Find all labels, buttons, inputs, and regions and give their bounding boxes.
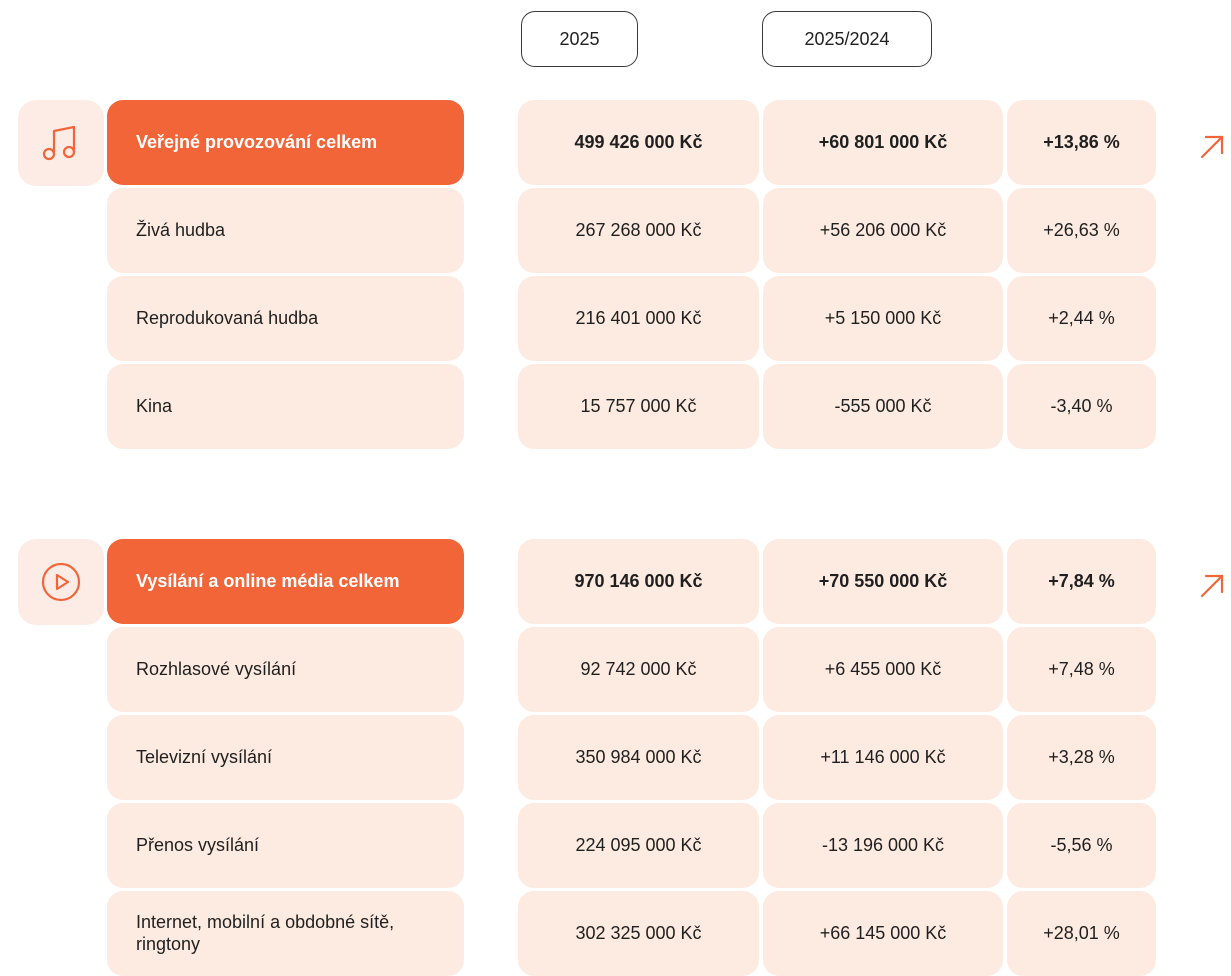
row-label: Veřejné provozování celkem [107, 100, 464, 185]
row-label: Vysílání a online média celkem [107, 539, 464, 624]
value-percent-change: +7,84 % [1007, 539, 1156, 624]
row-label: Internet, mobilní a obdobné sítě, ringto… [107, 891, 464, 976]
row-label: Reprodukovaná hudba [107, 276, 464, 361]
value-difference: +5 150 000 Kč [763, 276, 1003, 361]
value-percent-change: +28,01 % [1007, 891, 1156, 976]
value-percent-change: -5,56 % [1007, 803, 1156, 888]
table-row: Rozhlasové vysílání 92 742 000 Kč +6 455… [0, 627, 1231, 712]
table-row-total: Veřejné provozování celkem 499 426 000 K… [0, 100, 1231, 185]
value-percent-change: -3,40 % [1007, 364, 1156, 449]
value-2025: 92 742 000 Kč [518, 627, 759, 712]
row-label: Televizní vysílání [107, 715, 464, 800]
row-label: Kina [107, 364, 464, 449]
value-difference: +56 206 000 Kč [763, 188, 1003, 273]
value-difference: +70 550 000 Kč [763, 539, 1003, 624]
value-difference: +6 455 000 Kč [763, 627, 1003, 712]
value-percent-change: +2,44 % [1007, 276, 1156, 361]
table-row-total: Vysílání a online média celkem 970 146 0… [0, 539, 1231, 624]
value-percent-change: +13,86 % [1007, 100, 1156, 185]
column-header-2025: 2025 [521, 11, 638, 67]
value-2025: 224 095 000 Kč [518, 803, 759, 888]
value-difference: -13 196 000 Kč [763, 803, 1003, 888]
column-header-2025-2024: 2025/2024 [762, 11, 932, 67]
table-row: Televizní vysílání 350 984 000 Kč +11 14… [0, 715, 1231, 800]
value-2025: 302 325 000 Kč [518, 891, 759, 976]
value-difference: +60 801 000 Kč [763, 100, 1003, 185]
row-label: Přenos vysílání [107, 803, 464, 888]
value-2025: 267 268 000 Kč [518, 188, 759, 273]
row-label: Živá hudba [107, 188, 464, 273]
table-row: Živá hudba 267 268 000 Kč +56 206 000 Kč… [0, 188, 1231, 273]
value-difference: +66 145 000 Kč [763, 891, 1003, 976]
value-percent-change: +26,63 % [1007, 188, 1156, 273]
row-label: Rozhlasové vysílání [107, 627, 464, 712]
value-difference: +11 146 000 Kč [763, 715, 1003, 800]
value-percent-change: +3,28 % [1007, 715, 1156, 800]
value-2025: 970 146 000 Kč [518, 539, 759, 624]
table-row: Internet, mobilní a obdobné sítě, ringto… [0, 891, 1231, 976]
table-row: Přenos vysílání 224 095 000 Kč -13 196 0… [0, 803, 1231, 888]
value-difference: -555 000 Kč [763, 364, 1003, 449]
table-row: Kina 15 757 000 Kč -555 000 Kč -3,40 % [0, 364, 1231, 449]
value-2025: 499 426 000 Kč [518, 100, 759, 185]
value-2025: 216 401 000 Kč [518, 276, 759, 361]
value-2025: 15 757 000 Kč [518, 364, 759, 449]
value-2025: 350 984 000 Kč [518, 715, 759, 800]
value-percent-change: +7,48 % [1007, 627, 1156, 712]
table-row: Reprodukovaná hudba 216 401 000 Kč +5 15… [0, 276, 1231, 361]
